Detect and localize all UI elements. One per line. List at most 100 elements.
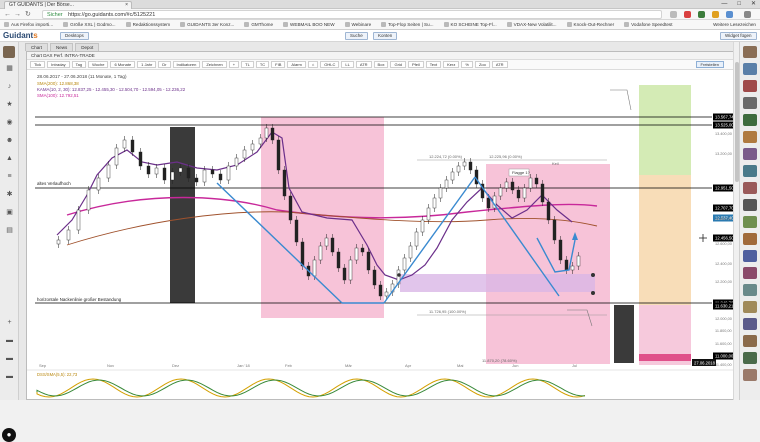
toolbar-button[interactable]: TC xyxy=(255,61,270,68)
user-avatar[interactable] xyxy=(743,80,757,92)
chart-icon[interactable]: ▲ xyxy=(5,154,14,163)
back-arrow-icon[interactable]: ← xyxy=(4,10,11,19)
toolbar-button[interactable]: LL xyxy=(341,61,354,68)
menu-icon[interactable] xyxy=(744,11,751,18)
user-avatar[interactable] xyxy=(743,182,757,194)
toolbar-button[interactable]: FIB xyxy=(271,61,286,68)
bookmark-item[interactable]: VDAX-New Volatilit... xyxy=(506,22,557,27)
tab-news[interactable]: News xyxy=(50,43,74,51)
bell-icon[interactable]: ♪ xyxy=(5,82,14,91)
user-avatar[interactable] xyxy=(743,250,757,262)
bookmark-item[interactable]: Aus Firefox importi... xyxy=(4,22,53,27)
user-avatar[interactable] xyxy=(743,199,757,211)
add-widget-button[interactable]: Widget fügen xyxy=(720,32,757,40)
user-avatar[interactable] xyxy=(743,97,757,109)
extension-icon[interactable] xyxy=(712,11,719,18)
toolbar-button[interactable]: Grid xyxy=(390,61,407,68)
toolbar-button[interactable]: TL xyxy=(241,61,254,68)
guidants-logo[interactable]: Guidants xyxy=(3,31,38,41)
bookmark-item[interactable]: Top-Flop Seiten | Su... xyxy=(381,22,434,27)
bookmark-item[interactable]: Redaktionssystem xyxy=(125,22,170,27)
bookmark-item[interactable]: Knock-Out-Rechner xyxy=(566,22,614,27)
forward-arrow-icon[interactable]: → xyxy=(14,10,21,19)
search-button[interactable]: Suche xyxy=(345,32,368,40)
bookmark-item[interactable]: GMThome xyxy=(244,22,273,27)
gear-icon[interactable]: ✱ xyxy=(5,190,14,199)
toolbar-button[interactable]: 1 Jahr xyxy=(137,61,157,68)
window-close-button[interactable]: ✕ xyxy=(751,0,756,8)
user-avatar[interactable] xyxy=(743,267,757,279)
user-avatar[interactable] xyxy=(743,63,757,75)
folder-icon[interactable]: ▬ xyxy=(5,354,14,363)
toolbar-button[interactable]: % xyxy=(461,61,473,68)
user-avatar[interactable] xyxy=(743,233,757,245)
bookmark-item[interactable]: Vodafone Speedtest xyxy=(624,22,673,27)
eye-icon[interactable]: ◉ xyxy=(5,118,14,127)
document-icon[interactable]: ▤ xyxy=(5,226,14,235)
toolbar-button[interactable]: Tick xyxy=(30,61,46,68)
folder-icon[interactable]: ▬ xyxy=(5,372,14,381)
bookmark-item[interactable]: Größe XXL | Godmo... xyxy=(63,22,116,27)
extension-icon[interactable] xyxy=(698,11,705,18)
person-icon[interactable]: ☻ xyxy=(5,136,14,145)
user-avatar[interactable] xyxy=(743,216,757,228)
user-avatar[interactable] xyxy=(743,46,757,58)
url-field[interactable]: Sicher https://go.guidants.com/#c/512522… xyxy=(42,10,662,19)
user-avatar[interactable] xyxy=(743,284,757,296)
user-avatar[interactable] xyxy=(743,301,757,313)
extension-icon[interactable] xyxy=(684,11,691,18)
bookmark-item[interactable]: KO SCHEINE Top-Fl... xyxy=(443,22,497,27)
toolbar-button[interactable]: Indikatoren xyxy=(172,61,201,68)
toolbar-button[interactable]: ATR xyxy=(491,61,508,68)
toolbar-button[interactable]: OHLC xyxy=(320,61,340,68)
bookmark-item[interactable]: GUIDANTS 3er Konz... xyxy=(180,22,234,27)
freistellen-button[interactable]: Freistellen xyxy=(695,61,724,68)
user-avatar[interactable] xyxy=(743,352,757,364)
user-avatar[interactable] xyxy=(743,318,757,330)
accounts-button[interactable]: Konten xyxy=(373,32,398,40)
browser-tab[interactable]: GT GUIDANTS | Der Börse... × xyxy=(4,1,132,9)
extension-icon[interactable] xyxy=(726,11,733,18)
toolbar-button[interactable]: Tag xyxy=(71,61,87,68)
bookmark-item[interactable]: WEBMAIL BOO NEW xyxy=(283,22,335,27)
toolbar-button[interactable]: + xyxy=(228,61,240,68)
desktops-button[interactable]: Desktops xyxy=(60,32,89,40)
list-icon[interactable]: ≡ xyxy=(5,172,14,181)
toolbar-button[interactable]: Alarm xyxy=(287,61,306,68)
reload-icon[interactable]: ↻ xyxy=(25,10,31,19)
star-icon[interactable]: ★ xyxy=(5,100,14,109)
star-icon[interactable] xyxy=(670,11,677,18)
toolbar-button[interactable]: Zeichnen xyxy=(202,61,227,68)
tab-depot[interactable]: Depot xyxy=(75,43,100,51)
toolbar-button[interactable]: Dr xyxy=(158,61,171,68)
maximize-button[interactable]: □ xyxy=(737,0,741,8)
minimize-button[interactable]: — xyxy=(721,0,727,8)
toolbar-button[interactable]: Pfeil xyxy=(408,61,424,68)
toolbar-button[interactable]: 6 Monate xyxy=(110,61,136,68)
close-icon[interactable]: × xyxy=(125,2,128,9)
toolbar-button[interactable]: Zoo xyxy=(474,61,490,68)
other-bookmarks[interactable]: Weitere Lesezeichen xyxy=(713,22,756,27)
grid-icon[interactable]: ▦ xyxy=(5,64,14,73)
user-avatar[interactable] xyxy=(743,131,757,143)
toolbar-button[interactable]: Intraday xyxy=(47,61,70,68)
user-avatar[interactable] xyxy=(743,335,757,347)
user-avatar[interactable] xyxy=(743,165,757,177)
user-avatar[interactable] xyxy=(3,46,15,58)
toolbar-button[interactable]: Text xyxy=(425,61,442,68)
toolbar-button[interactable]: Kerz xyxy=(443,61,460,68)
price-chart[interactable]: 28.06.2017 - 27.06.2018 (11 Monate, 1 Ta… xyxy=(27,70,738,400)
add-icon[interactable]: + xyxy=(5,318,14,327)
user-avatar[interactable] xyxy=(743,114,757,126)
toolbar-button[interactable]: ⌂ xyxy=(307,61,319,68)
lock-icon[interactable]: ▣ xyxy=(5,208,14,217)
folder-icon[interactable]: ▬ xyxy=(5,336,14,345)
chat-icon[interactable]: ● xyxy=(2,428,16,442)
user-avatar[interactable] xyxy=(743,148,757,160)
toolbar-button[interactable]: Box xyxy=(373,61,389,68)
bookmark-item[interactable]: Webinare xyxy=(344,22,371,27)
user-avatar[interactable] xyxy=(743,369,757,381)
tab-chart[interactable]: Chart xyxy=(25,43,49,51)
toolbar-button[interactable]: Woche xyxy=(88,61,109,68)
toolbar-button[interactable]: ATR xyxy=(355,61,372,68)
